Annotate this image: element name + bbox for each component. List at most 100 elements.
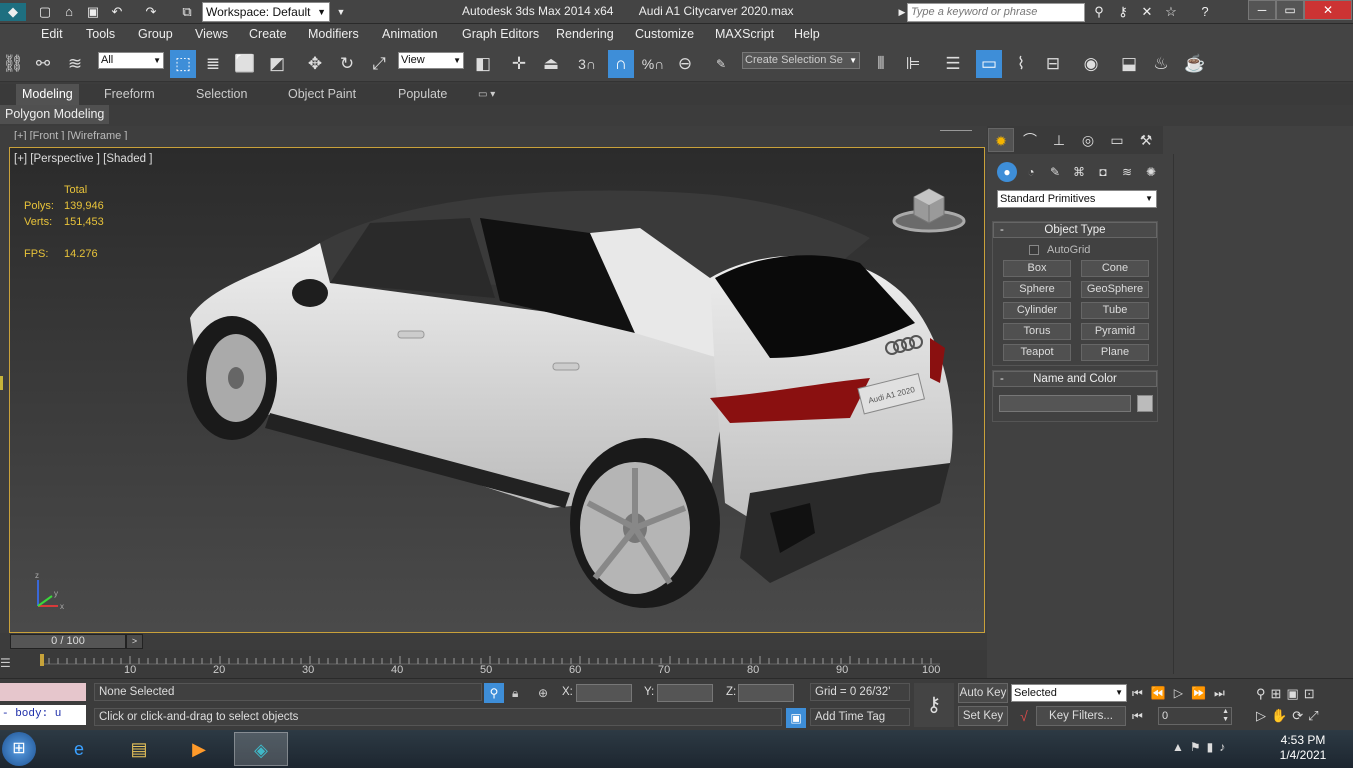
graphite-toolbar-icon[interactable]: ▭ xyxy=(976,50,1002,78)
align-icon[interactable]: ⊫ xyxy=(900,50,926,78)
spinner-snap-icon[interactable]: ⊖ xyxy=(672,50,698,78)
autogrid-box[interactable] xyxy=(1029,245,1039,256)
system-clock[interactable]: 4:53 PM 1/4/2021 xyxy=(1268,733,1338,763)
car-model[interactable]: Audi A1 2020 xyxy=(170,173,970,613)
new-file-icon[interactable]: ▢ xyxy=(36,3,54,21)
menu-animation[interactable]: Animation xyxy=(382,27,438,41)
shapes-icon[interactable]: ◔ xyxy=(1021,162,1041,182)
time-slider[interactable]: 0 / 100 xyxy=(10,634,126,649)
menu-rendering[interactable]: Rendering xyxy=(556,27,614,41)
key-mode-toggle-icon[interactable]: ⏮ xyxy=(1132,707,1152,725)
hierarchy-tab-icon[interactable]: ⊥ xyxy=(1046,128,1072,152)
zoom-extents-icon[interactable]: ▣ xyxy=(1286,686,1303,701)
play-icon[interactable]: ▷ xyxy=(1174,686,1191,700)
systems-icon[interactable]: ✺ xyxy=(1141,162,1161,182)
time-tag-icon[interactable]: ▣ xyxy=(786,708,806,728)
viewport-label[interactable]: [+] [Perspective ] [Shaded ] xyxy=(14,153,152,165)
menu-tools[interactable]: Tools xyxy=(86,27,115,41)
menu-edit[interactable]: Edit xyxy=(41,27,63,41)
space-warps-icon[interactable]: ≋ xyxy=(1117,162,1137,182)
key-icon[interactable]: ⚷ xyxy=(1114,3,1132,21)
cylinder-button[interactable]: Cylinder xyxy=(1003,302,1071,319)
workspace-dropdown[interactable]: Workspace: Default ▼ xyxy=(202,2,330,22)
move-icon[interactable]: ✥ xyxy=(302,50,328,78)
save-icon[interactable]: ▣ xyxy=(84,3,102,21)
material-editor-icon[interactable]: ◉ xyxy=(1078,50,1104,78)
orbit-icon[interactable]: ⟳ xyxy=(1292,708,1308,723)
menu-graph-editors[interactable]: Graph Editors xyxy=(462,27,539,41)
zoom-all-icon[interactable]: ⊞ xyxy=(1271,686,1287,701)
pivot-center-icon[interactable]: ◧ xyxy=(470,50,496,78)
isolate-selection-icon[interactable]: ⚲ xyxy=(484,683,504,703)
open-file-icon[interactable]: ⌂ xyxy=(60,3,78,21)
mini-curve-editor-icon[interactable]: ☰ xyxy=(0,656,18,670)
volume-icon[interactable]: ♪ xyxy=(1219,740,1231,754)
object-name-field[interactable] xyxy=(999,395,1131,412)
internet-explorer-icon[interactable]: e xyxy=(52,732,106,766)
menu-create[interactable]: Create xyxy=(249,27,287,41)
select-object-icon[interactable]: ⬚ xyxy=(170,50,196,78)
workspace-menu-icon[interactable]: ▼ xyxy=(332,3,350,21)
percent-snap-icon[interactable]: %∩ xyxy=(640,50,666,78)
select-manipulate-icon[interactable]: ✛ xyxy=(506,50,532,78)
menu-modifiers[interactable]: Modifiers xyxy=(308,27,359,41)
close-button[interactable]: ✕ xyxy=(1304,0,1352,20)
front-viewport-label[interactable]: [+] [Front ] [Wireframe ] xyxy=(14,130,127,140)
network-icon[interactable]: ▮ xyxy=(1207,740,1220,754)
primitive-category-dropdown[interactable]: Standard Primitives ▼ xyxy=(997,190,1157,208)
sphere-button[interactable]: Sphere xyxy=(1003,281,1071,298)
action-center-icon[interactable]: ⚑ xyxy=(1190,740,1207,754)
x-coordinate-field[interactable] xyxy=(576,684,632,702)
box-button[interactable]: Box xyxy=(1003,260,1071,277)
named-selection-dropdown[interactable]: Create Selection Se ▼ xyxy=(742,52,860,69)
key-mode-dropdown[interactable]: Selected ▼ xyxy=(1011,684,1127,702)
set-key-icon[interactable]: ⚷ xyxy=(914,683,954,727)
default-tangent-icon[interactable]: √ xyxy=(1014,706,1034,726)
maxscript-input[interactable]: - body: u xyxy=(0,705,86,725)
layer-manager-icon[interactable]: ☰ xyxy=(940,50,966,78)
previous-frame-icon[interactable]: ⏪ xyxy=(1151,686,1174,700)
project-folder-icon[interactable]: ⧉ xyxy=(178,3,196,21)
menu-group[interactable]: Group xyxy=(138,27,173,41)
tab-freeform[interactable]: Freeform xyxy=(98,84,161,106)
unlink-icon[interactable]: ⚯ xyxy=(30,50,56,78)
mirror-icon[interactable]: ⫴ xyxy=(868,50,894,78)
object-color-swatch[interactable] xyxy=(1137,395,1153,412)
absolute-mode-icon[interactable]: ⊕ xyxy=(538,683,556,703)
go-to-start-icon[interactable]: ⏮ xyxy=(1132,686,1151,700)
selection-filter-dropdown[interactable]: All ▼ xyxy=(98,52,164,69)
select-by-name-icon[interactable]: ≣ xyxy=(200,50,226,78)
maximize-button[interactable]: ▭ xyxy=(1276,0,1304,20)
app-logo-icon[interactable]: ◆ xyxy=(0,3,26,21)
media-player-icon[interactable]: ▶ xyxy=(172,732,226,766)
helpers-icon[interactable]: ◘ xyxy=(1093,162,1113,182)
motion-tab-icon[interactable]: ◎ xyxy=(1075,128,1101,152)
add-time-tag[interactable]: Add Time Tag xyxy=(810,708,910,726)
tube-button[interactable]: Tube xyxy=(1081,302,1149,319)
edit-named-selection-icon[interactable]: ✎ xyxy=(708,50,734,78)
polygon-modeling-panel[interactable]: Polygon Modeling xyxy=(0,105,110,124)
scale-icon[interactable]: ⤢ xyxy=(366,50,392,78)
create-tab-icon[interactable]: ✹ xyxy=(988,128,1014,152)
go-to-end-icon[interactable]: ⏭ xyxy=(1214,686,1233,700)
render-teapot-icon[interactable]: ☕ xyxy=(1182,50,1208,78)
snaps-toggle-icon[interactable]: 3∩ xyxy=(574,50,600,78)
set-key-button[interactable]: Set Key xyxy=(958,706,1008,726)
name-color-header[interactable]: - Name and Color xyxy=(993,371,1157,387)
display-tab-icon[interactable]: ▭ xyxy=(1104,128,1130,152)
torus-button[interactable]: Torus xyxy=(1003,323,1071,340)
menu-maxscript[interactable]: MAXScript xyxy=(715,27,774,41)
window-crossing-icon[interactable]: ◩ xyxy=(264,50,290,78)
search-input[interactable]: Type a keyword or phrase xyxy=(907,3,1085,22)
zoom-extents-all-icon[interactable]: ⊡ xyxy=(1304,686,1320,701)
rotate-icon[interactable]: ↻ xyxy=(334,50,360,78)
geometry-icon[interactable]: ● xyxy=(997,162,1017,182)
pan-icon[interactable]: ✋ xyxy=(1271,708,1292,723)
help-icon[interactable]: ? xyxy=(1196,3,1214,21)
3ds-max-taskbar-icon[interactable]: ◈ xyxy=(234,732,288,766)
zoom-icon[interactable]: ⚲ xyxy=(1256,686,1271,701)
rect-selection-icon[interactable]: ⬜ xyxy=(232,50,258,78)
link-icon[interactable]: ⛓ xyxy=(0,50,26,78)
star-icon[interactable]: ☆ xyxy=(1162,3,1180,21)
autogrid-checkbox[interactable]: AutoGrid xyxy=(1029,244,1090,256)
